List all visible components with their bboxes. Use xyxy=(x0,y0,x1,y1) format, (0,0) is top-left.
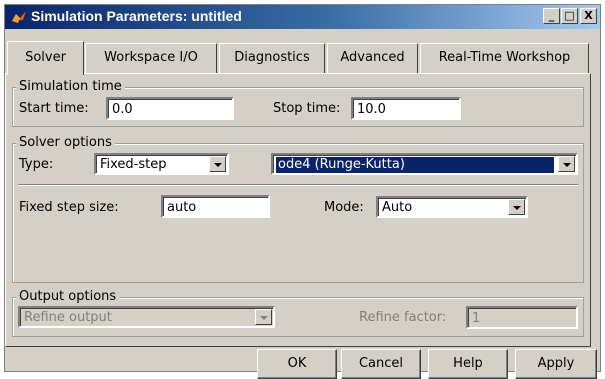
tab-diagnostics[interactable]: Diagnostics xyxy=(219,43,325,73)
output-options-value: Refine output xyxy=(24,310,112,325)
solver-tab-panel: Simulation time Start time: 0.0 Stop tim… xyxy=(5,73,591,347)
title-bar[interactable]: Simulation Parameters: untitled _ □ X xyxy=(5,5,600,29)
apply-button[interactable]: Apply xyxy=(515,349,597,379)
simulation-parameters-dialog: Simulation Parameters: untitled _ □ X So… xyxy=(4,4,601,379)
stop-time-label: Stop time: xyxy=(273,101,341,116)
close-button[interactable]: X xyxy=(580,8,597,24)
mode-value: Auto xyxy=(382,200,413,215)
chevron-down-icon[interactable] xyxy=(209,156,226,172)
chevron-down-icon[interactable] xyxy=(255,309,272,325)
chevron-down-icon[interactable] xyxy=(558,156,575,172)
mode-label: Mode: xyxy=(324,200,364,215)
simulink-logo-icon xyxy=(12,11,26,23)
ok-button[interactable]: OK xyxy=(257,349,337,379)
refine-factor-input[interactable]: 1 xyxy=(466,306,578,329)
cancel-button[interactable]: Cancel xyxy=(341,349,421,379)
fixed-step-size-input[interactable]: auto xyxy=(161,195,270,218)
chevron-down-icon[interactable] xyxy=(508,199,525,215)
solver-options-label: Solver options xyxy=(16,135,115,150)
refine-factor-label: Refine factor: xyxy=(359,310,447,325)
tab-solver[interactable]: Solver xyxy=(7,41,84,75)
tab-workspace-io[interactable]: Workspace I/O xyxy=(85,43,217,73)
solver-options-divider xyxy=(18,184,578,186)
start-time-input[interactable]: 0.0 xyxy=(106,97,234,120)
minimize-button[interactable]: _ xyxy=(543,8,560,24)
solver-method-select[interactable]: ode4 (Runge-Kutta) xyxy=(271,153,578,175)
solver-method-value: ode4 (Runge-Kutta) xyxy=(275,156,555,173)
simulation-time-label: Simulation time xyxy=(16,79,125,94)
window-title: Simulation Parameters: untitled xyxy=(31,8,242,24)
solver-type-value: Fixed-step xyxy=(100,157,167,172)
mode-select[interactable]: Auto xyxy=(376,196,528,218)
output-options-label: Output options xyxy=(16,289,120,304)
output-options-select[interactable]: Refine output xyxy=(18,306,275,328)
solver-type-select[interactable]: Fixed-step xyxy=(94,153,229,175)
start-time-label: Start time: xyxy=(19,101,89,116)
help-button[interactable]: Help xyxy=(428,349,508,379)
tab-advanced[interactable]: Advanced xyxy=(327,43,418,73)
tab-real-time-workshop[interactable]: Real-Time Workshop xyxy=(420,43,589,73)
maximize-button[interactable]: □ xyxy=(561,8,578,24)
stop-time-input[interactable]: 10.0 xyxy=(351,97,461,120)
solver-type-label: Type: xyxy=(19,157,54,172)
fixed-step-size-label: Fixed step size: xyxy=(19,200,119,215)
